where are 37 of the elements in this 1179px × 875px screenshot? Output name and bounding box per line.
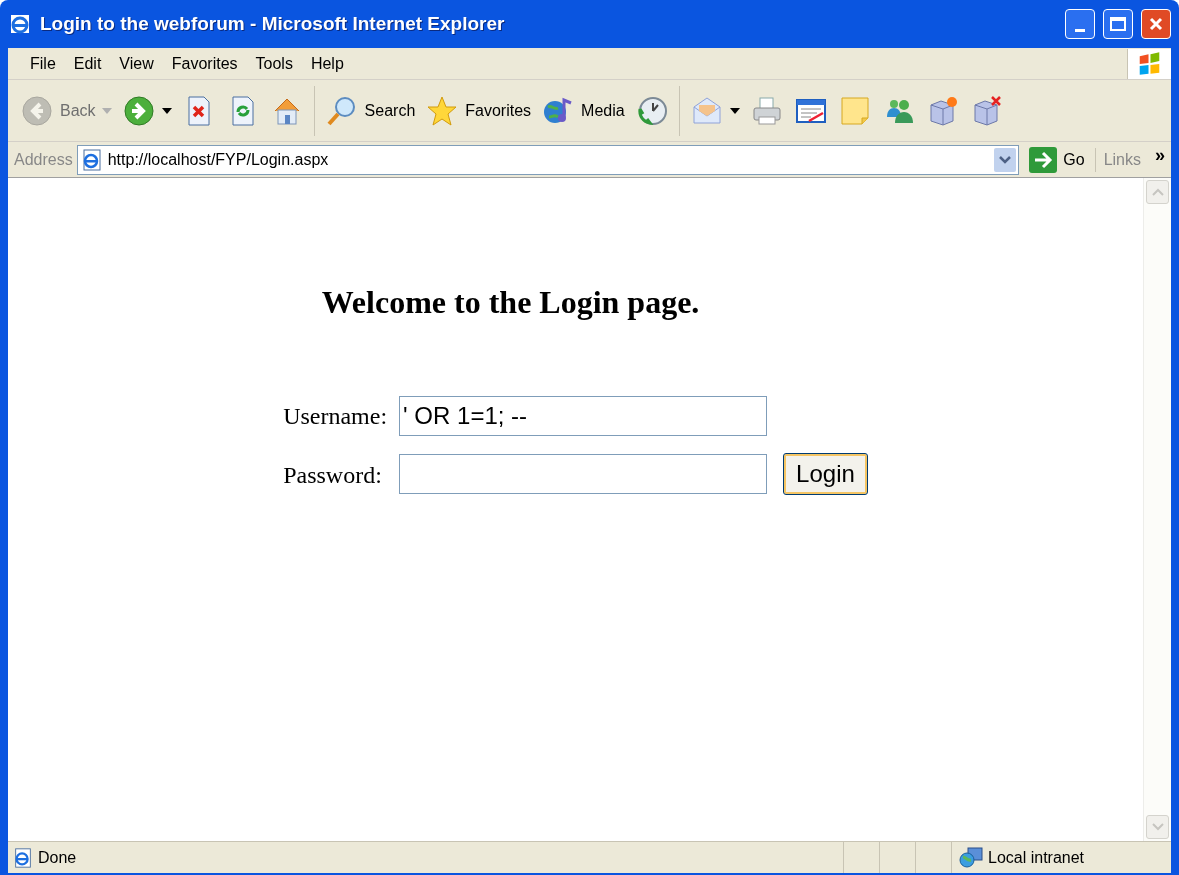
network-globe-icon [958,845,984,870]
address-field[interactable]: http://localhost/FYP/Login.aspx [76,144,1020,175]
windows-logo-icon [1127,48,1171,79]
toolbar-button[interactable]: Favorites [425,94,532,127]
username-field[interactable]: ' OR 1=1; -- [399,396,768,436]
field-label: Username: [283,402,388,431]
menu-item[interactable]: Help [302,51,352,76]
menu-item[interactable]: File [22,51,64,76]
dropdown-caret-icon [729,107,740,114]
menu-item[interactable]: View [111,51,162,76]
chevron-button[interactable]: » [1155,142,1171,169]
scroll-down-icon [1151,823,1164,831]
minimize-button[interactable] [1065,9,1095,39]
password-field[interactable] [399,454,768,494]
dropdown-caret-icon [161,107,172,114]
zone-label: Local intranet [988,847,1085,868]
scroll-up-icon [1151,188,1164,196]
page-heading: Welcome to the Login page. [321,283,700,322]
scrollbar[interactable] [1143,178,1171,841]
toolbar-button[interactable]: Search [324,94,416,127]
dropdown-caret-icon [101,107,112,114]
menu-item[interactable]: Edit [65,51,110,76]
toolbar-button[interactable] [121,94,172,127]
menu-item[interactable]: Tools [247,51,301,76]
toolbar-button[interactable]: Media [541,94,625,127]
browser-icon [8,12,32,36]
menu-item[interactable]: Favorites [163,51,246,76]
field-label: Password: [283,461,383,490]
maximize-button[interactable] [1103,9,1133,39]
login-button[interactable]: Login [783,453,868,495]
address-label: Address [14,149,73,170]
go-button[interactable]: Go [1023,146,1091,173]
window-title: Login to the webforum - Microsoft Internet Explorer [40,11,505,36]
page-icon [12,846,34,869]
status-text: Done [38,847,78,868]
close-button[interactable] [1141,9,1171,39]
close-icon [1148,16,1164,32]
